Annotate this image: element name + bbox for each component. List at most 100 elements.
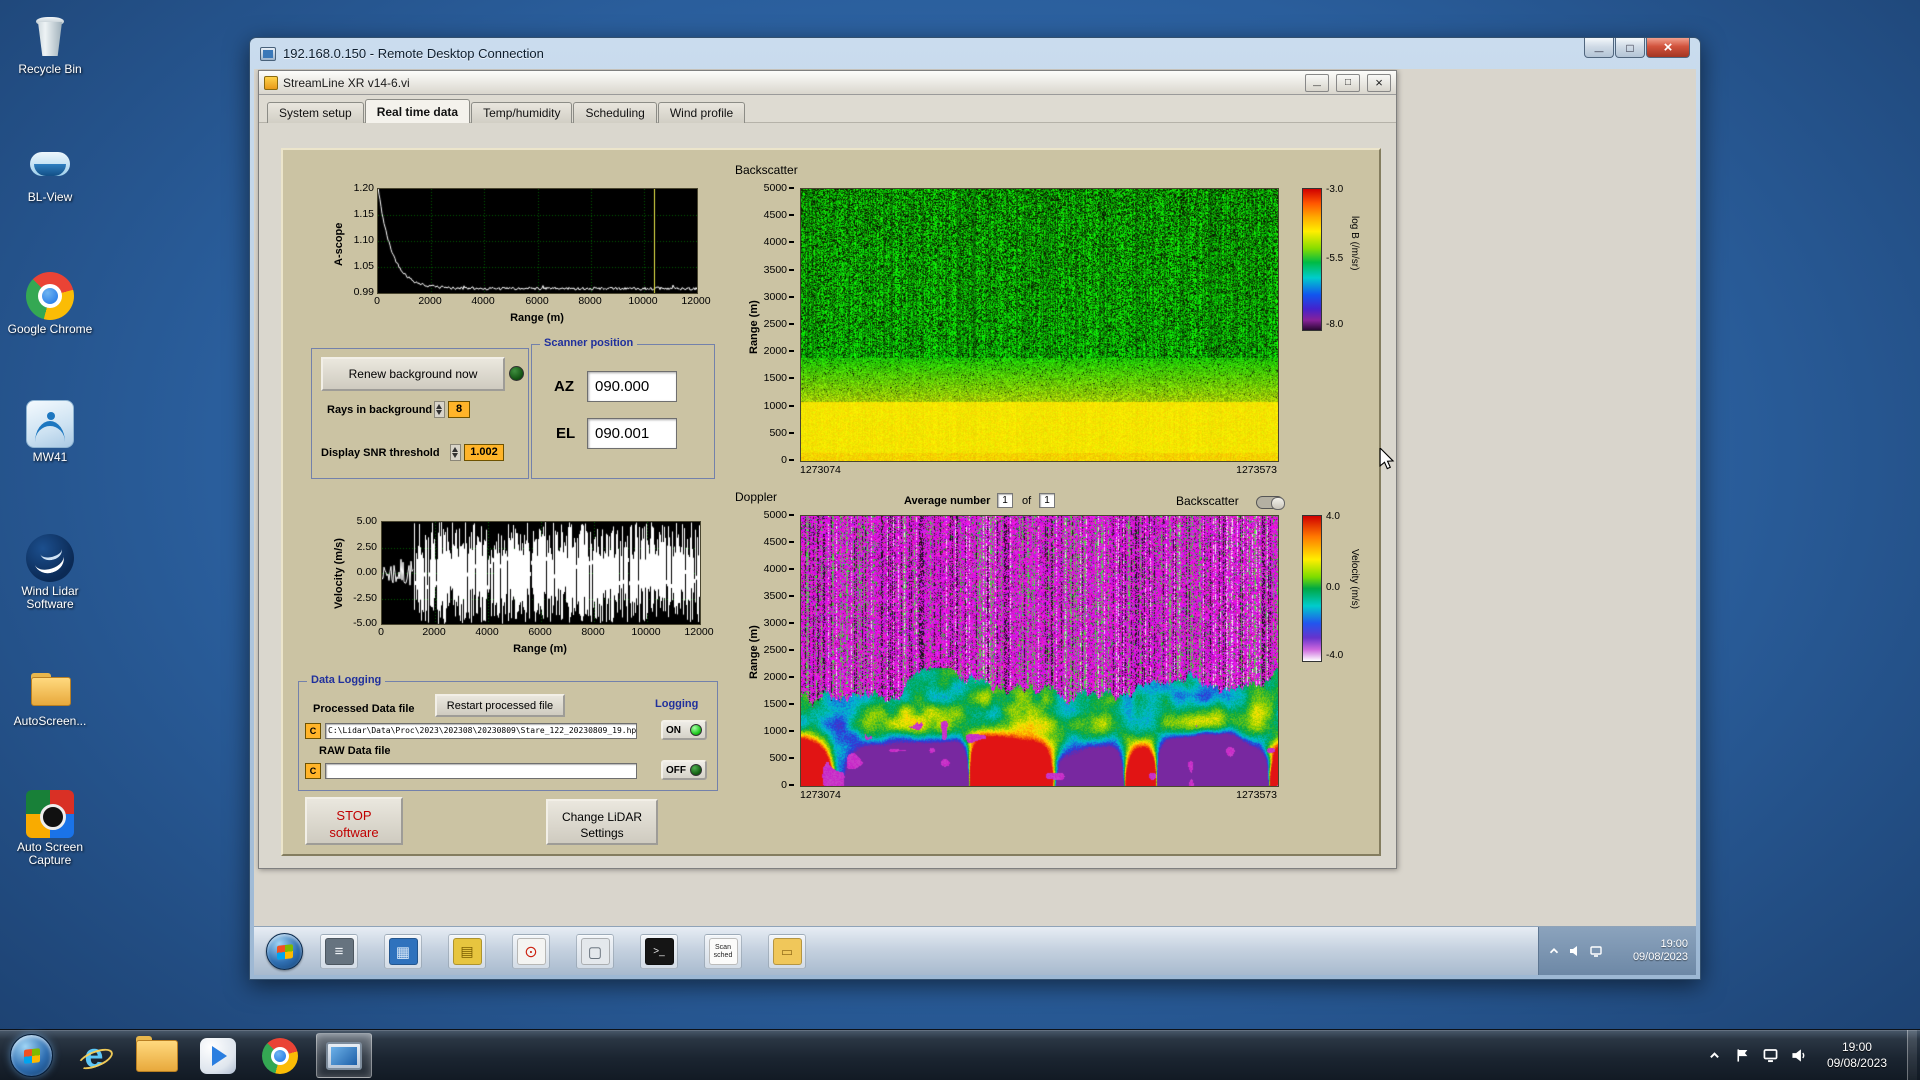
- renew-background-button[interactable]: Renew background now: [321, 357, 505, 391]
- y-tick-label: 4000: [762, 236, 794, 248]
- desktop-icon-folder[interactable]: AutoScreen...: [6, 664, 94, 728]
- y-tick-label: -2.50: [353, 592, 377, 604]
- processed-toggle-label: ON: [666, 724, 681, 736]
- app-minimize-button[interactable]: [1305, 73, 1329, 92]
- rays-in-background-value[interactable]: 8: [448, 401, 470, 418]
- taskbar-button-media-player[interactable]: [190, 1033, 246, 1078]
- remote-volume-icon[interactable]: [1568, 944, 1582, 958]
- doppler-x-end-label: 1273573: [1236, 789, 1277, 801]
- folder-icon: [136, 1035, 178, 1072]
- host-taskbar-clock[interactable]: 19:00 09/08/2023: [1818, 1039, 1896, 1071]
- app-close-button[interactable]: [1367, 73, 1391, 92]
- command-prompt-icon[interactable]: >_: [640, 934, 678, 969]
- desktop-icon-recycle-bin[interactable]: Recycle Bin: [6, 12, 94, 76]
- taskbar-button-remote-desktop[interactable]: [316, 1033, 372, 1078]
- display-snr-threshold-value[interactable]: 1.002: [464, 444, 504, 461]
- tray-action-center-flag-icon[interactable]: [1734, 1047, 1751, 1064]
- backscatter-x-start-label: 1273074: [800, 464, 841, 476]
- change-lidar-settings-button[interactable]: Change LiDAR Settings: [546, 799, 658, 845]
- raw-path-field[interactable]: [325, 763, 637, 779]
- desktop-icon-wind-lidar[interactable]: Wind Lidar Software: [6, 534, 94, 611]
- desktop-icon-bl-view[interactable]: BL-View: [6, 140, 94, 204]
- remote-clock-time: 19:00: [1660, 938, 1688, 950]
- tab-system-setup[interactable]: System setup: [267, 102, 364, 125]
- desktop-icon-mw41[interactable]: MW41: [6, 400, 94, 464]
- y-tick-label: 1.05: [353, 260, 374, 272]
- remote-clock[interactable]: 19:00 09/08/2023: [1610, 938, 1688, 964]
- tab-real-time-data[interactable]: Real time data: [364, 99, 471, 125]
- host-start-button[interactable]: [10, 1034, 53, 1077]
- tab-scheduling[interactable]: Scheduling: [573, 102, 657, 125]
- doppler-heatmap: Range (m) 1273074 1273573 Velocity (m/s)…: [748, 509, 1360, 801]
- power-control-app-icon[interactable]: ⊙: [512, 934, 550, 969]
- average-count-field[interactable]: 1: [1039, 493, 1055, 508]
- taskbar-button-explorer[interactable]: [128, 1033, 184, 1078]
- desktop-icon-screen-capture[interactable]: Auto Screen Capture: [6, 790, 94, 867]
- app-window-title: StreamLine XR v14-6.vi: [283, 75, 410, 90]
- tab-wind-profile[interactable]: Wind profile: [657, 102, 746, 125]
- scan-scheduler-icon[interactable]: Scan sched: [704, 934, 742, 969]
- rays-in-background-spinner[interactable]: [434, 401, 445, 418]
- raw-drive-icon[interactable]: C: [305, 763, 321, 779]
- velocity-plot-area: [381, 521, 701, 625]
- rdp-close-button[interactable]: [1646, 38, 1690, 58]
- restart-processed-file-button[interactable]: Restart processed file: [435, 694, 565, 717]
- colorbar-tick-label: -8.0: [1326, 319, 1344, 330]
- tray-chevron-up-icon[interactable]: [1706, 1047, 1723, 1064]
- rays-in-background-label: Rays in background: [327, 404, 433, 416]
- data-logging-title: Data Logging: [307, 674, 386, 686]
- remote-viewer-app-icon[interactable]: ▦: [384, 934, 422, 969]
- journal-glyph: ≡: [324, 938, 354, 965]
- journal-app-icon[interactable]: ≡: [320, 934, 358, 969]
- show-desktop-button[interactable]: [1907, 1029, 1917, 1080]
- app-maximize-button[interactable]: [1336, 73, 1360, 92]
- rdp-titlebar[interactable]: 192.168.0.150 - Remote Desktop Connectio…: [250, 38, 1700, 69]
- backscatter-toggle[interactable]: [1256, 496, 1285, 510]
- rdp-minimize-button[interactable]: [1584, 38, 1614, 58]
- desktop: Recycle Bin BL-View Google Chrome MW41 Wind …: [0, 0, 1920, 1080]
- tab-temp-humidity[interactable]: Temp/humidity: [471, 102, 573, 125]
- tray-volume-icon[interactable]: [1790, 1047, 1807, 1064]
- display-snr-threshold-spinner[interactable]: [450, 444, 461, 461]
- screen-capture-icon: [26, 790, 74, 838]
- remote-tray-chevron-up-icon[interactable]: [1547, 944, 1561, 958]
- host-clock-date: 09/08/2023: [1826, 1056, 1887, 1070]
- app-content: A-scope Range (m) 1.20 1.15 1.10 1.05 0.99 0 2…: [259, 123, 1396, 868]
- elevation-value-field[interactable]: 090.001: [587, 418, 677, 449]
- x-tick-label: 4000: [475, 626, 499, 638]
- media-player-icon: [200, 1037, 236, 1074]
- doppler-y-axis-label: Range (m): [748, 625, 760, 679]
- stop-software-button[interactable]: STOP software: [305, 797, 403, 845]
- azimuth-value-field[interactable]: 090.000: [587, 371, 677, 402]
- chrome-icon: [262, 1037, 298, 1074]
- processed-path-field[interactable]: C:\Lidar\Data\Proc\2023\202308\20230809\…: [325, 723, 637, 739]
- front-panel: A-scope Range (m) 1.20 1.15 1.10 1.05 0.99 0 2…: [281, 148, 1381, 856]
- doppler-x-start-label: 1273074: [800, 789, 841, 801]
- rdp-window-title: 192.168.0.150 - Remote Desktop Connectio…: [283, 46, 544, 61]
- scanner-position-group: Scanner position AZ 090.000 EL 090.001: [531, 337, 715, 479]
- folder-icon[interactable]: ▭: [768, 934, 806, 969]
- recycle-bin-icon: [26, 12, 74, 60]
- y-tick-label: 2000: [762, 345, 794, 357]
- labview-app-icon: [264, 75, 278, 90]
- window-app-icon[interactable]: ▢: [576, 934, 614, 969]
- taskbar-button-internet-explorer[interactable]: [66, 1033, 122, 1078]
- azimuth-value: 090.000: [595, 378, 650, 395]
- x-tick-label: 12000: [684, 626, 714, 638]
- processed-drive-icon[interactable]: C: [305, 723, 321, 739]
- tray-network-icon[interactable]: [1762, 1047, 1779, 1064]
- doppler-colorbar: [1302, 515, 1322, 662]
- taskbar-button-chrome[interactable]: [252, 1033, 308, 1078]
- backscatter-colorbar: [1302, 188, 1322, 331]
- average-number-field[interactable]: 1: [997, 493, 1013, 508]
- desktop-icon-google-chrome[interactable]: Google Chrome: [6, 272, 94, 336]
- app-titlebar[interactable]: StreamLine XR v14-6.vi: [259, 71, 1396, 95]
- raw-logging-toggle[interactable]: OFF: [661, 760, 707, 780]
- tab-bar: System setup Real time data Temp/humidity S…: [259, 95, 1396, 125]
- rdp-maximize-button[interactable]: [1615, 38, 1645, 58]
- remote-network-icon[interactable]: [1589, 944, 1603, 958]
- processed-logging-toggle[interactable]: ON: [661, 720, 707, 740]
- stop-button-line2: software: [329, 825, 379, 840]
- notes-app-icon[interactable]: ▤: [448, 934, 486, 969]
- desktop-icon-label: Google Chrome: [7, 322, 93, 336]
